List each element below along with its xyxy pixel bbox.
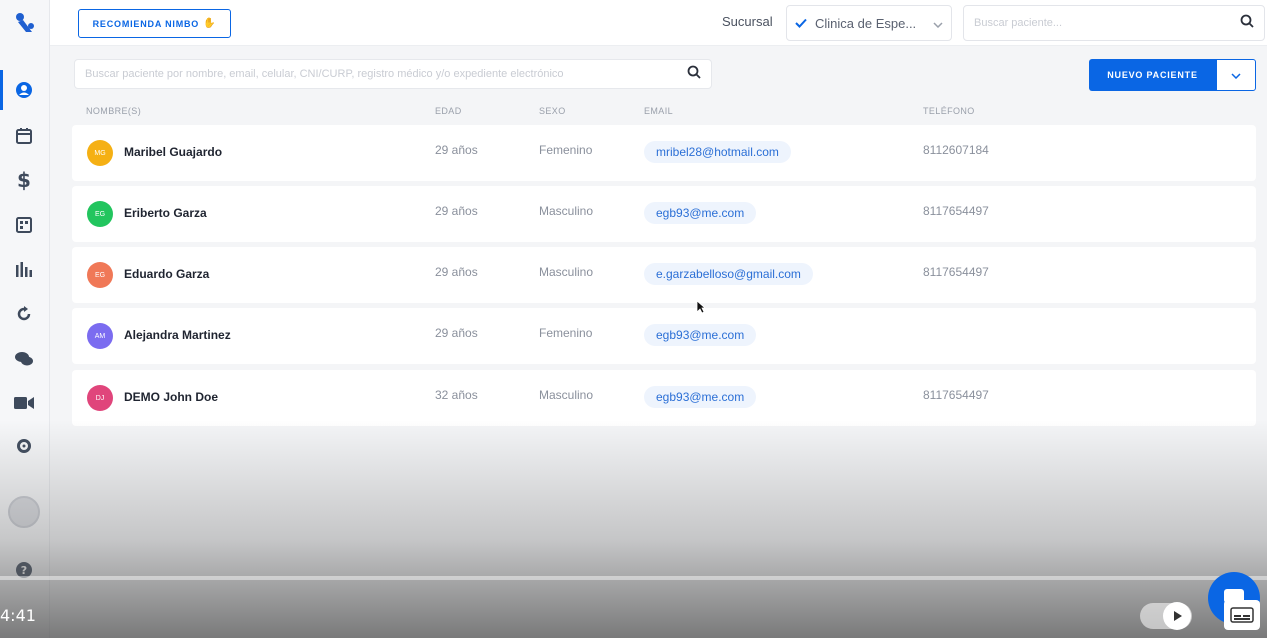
table-row[interactable]: DJ DEMO John Doe 32 años Masculino egb93… [72, 370, 1256, 426]
patient-age: 32 años [435, 388, 478, 402]
column-header-phone[interactable]: TELÉFONO [923, 106, 975, 116]
patient-avatar: AM [87, 323, 113, 349]
patient-search-input[interactable] [85, 68, 687, 80]
patient-sex: Femenino [539, 143, 593, 157]
patient-avatar: EG [87, 262, 113, 288]
calendar-icon[interactable] [12, 124, 36, 148]
top-bar: RECOMIENDA NIMBO ✋ Sucursal Clinica de E… [50, 0, 1267, 46]
billing-dollar-icon[interactable]: $ [12, 168, 36, 192]
branch-label: Sucursal [722, 14, 773, 29]
patient-sex: Masculino [539, 265, 594, 279]
user-avatar[interactable] [8, 496, 40, 528]
sidebar-active-indicator [0, 70, 3, 110]
patient-search-box [74, 59, 712, 89]
table-row[interactable]: AM Alejandra Martinez 29 años Femenino e… [72, 308, 1256, 364]
mouse-cursor-icon [696, 300, 707, 319]
patient-age: 29 años [435, 265, 478, 279]
patient-name[interactable]: Eriberto Garza [124, 206, 207, 220]
patient-avatar: MG [87, 140, 113, 166]
patient-phone: 8112607184 [923, 143, 989, 157]
patient-phone: 8117654497 [923, 204, 989, 218]
chevron-down-icon [933, 16, 943, 31]
table-row[interactable]: EG Eriberto Garza 29 años Masculino egb9… [72, 186, 1256, 242]
table-row[interactable]: MG Maribel Guajardo 29 años Femenino mri… [72, 125, 1256, 181]
recommend-nimbo-button[interactable]: RECOMIENDA NIMBO ✋ [78, 9, 231, 38]
column-header-sex[interactable]: SEXO [539, 106, 566, 116]
reports-chart-icon[interactable] [12, 258, 36, 282]
settings-gear-icon[interactable] [12, 434, 36, 458]
video-time: 4:41 [0, 606, 36, 625]
top-search-input[interactable] [974, 17, 1240, 29]
patient-age: 29 años [435, 143, 478, 157]
play-icon[interactable] [1163, 602, 1191, 630]
patients-icon[interactable] [12, 78, 36, 102]
patient-sex: Masculino [539, 204, 594, 218]
patient-name[interactable]: DEMO John Doe [124, 390, 218, 404]
new-patient-dropdown-button[interactable] [1216, 59, 1256, 91]
patient-name[interactable]: Maribel Guajardo [124, 145, 222, 159]
branch-select[interactable]: Clinica de Espe... [786, 5, 952, 41]
video-overlay-shade [0, 420, 1267, 638]
register-icon[interactable] [12, 213, 36, 237]
patient-email[interactable]: egb93@me.com [644, 324, 757, 346]
patient-avatar: DJ [87, 385, 113, 411]
top-search-box [963, 5, 1265, 41]
chat-icon[interactable] [12, 347, 36, 371]
recommend-label: RECOMIENDA NIMBO [92, 18, 200, 29]
column-header-age[interactable]: EDAD [435, 106, 462, 116]
patient-name[interactable]: Eduardo Garza [124, 267, 209, 281]
patient-email[interactable]: mribel28@hotmail.com [644, 141, 791, 163]
branch-value: Clinica de Espe... [815, 15, 917, 31]
patient-email[interactable]: e.garzabelloso@gmail.com [644, 263, 813, 285]
check-icon [795, 16, 807, 31]
column-header-name[interactable]: NOMBRE(S) [86, 106, 141, 116]
refresh-icon[interactable] [12, 302, 36, 326]
patient-avatar: EG [87, 201, 113, 227]
video-camera-icon[interactable] [12, 391, 36, 415]
column-header-email[interactable]: EMAIL [644, 106, 673, 116]
subtitles-icon[interactable] [1224, 600, 1260, 630]
patient-phone: 8117654497 [923, 265, 989, 279]
hand-icon: ✋ [203, 18, 217, 29]
sidebar: $ ? [0, 0, 50, 638]
patient-sex: Femenino [539, 326, 593, 340]
search-icon[interactable] [1240, 14, 1254, 33]
patient-age: 29 años [435, 326, 478, 340]
patient-age: 29 años [435, 204, 478, 218]
patient-sex: Masculino [539, 388, 594, 402]
new-patient-button[interactable]: NUEVO PACIENTE [1089, 59, 1216, 91]
patient-phone: 8117654497 [923, 388, 989, 402]
nimbo-logo-icon[interactable] [12, 10, 38, 36]
search-icon[interactable] [687, 65, 701, 84]
table-row[interactable]: EG Eduardo Garza 29 años Masculino e.gar… [72, 247, 1256, 303]
patient-name[interactable]: Alejandra Martinez [124, 328, 231, 342]
chevron-down-icon [1231, 66, 1241, 84]
video-progress-bar[interactable] [0, 576, 1267, 580]
patient-email[interactable]: egb93@me.com [644, 202, 757, 224]
patient-email[interactable]: egb93@me.com [644, 386, 757, 408]
